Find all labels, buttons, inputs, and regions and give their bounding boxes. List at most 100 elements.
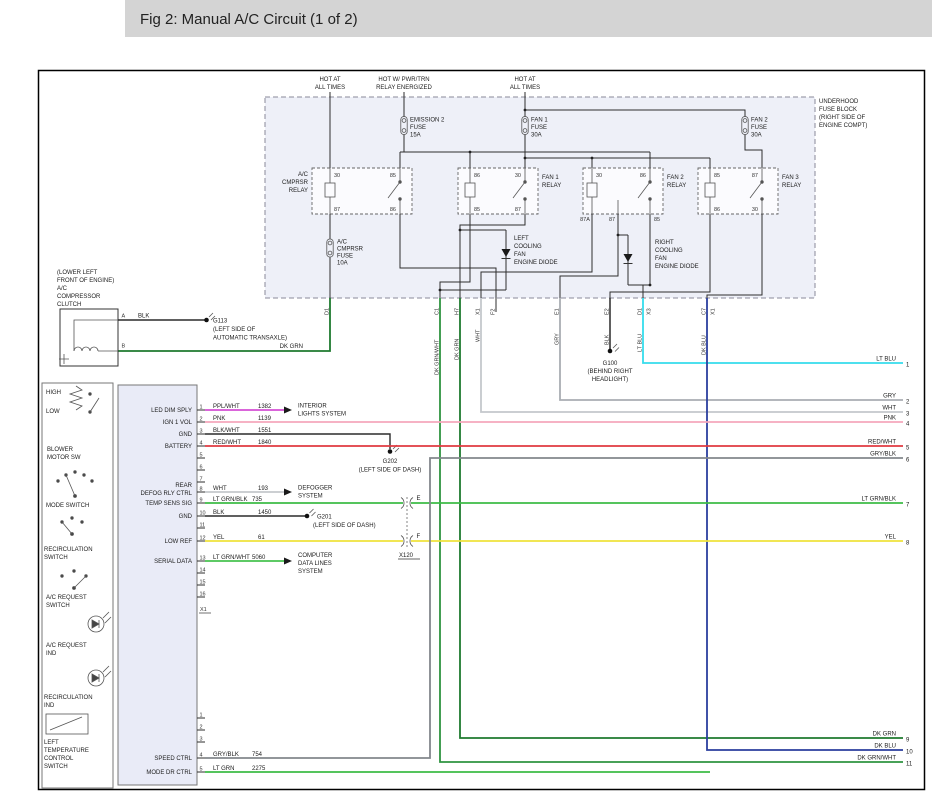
g113-label: (LEFT SIDE OF <box>213 327 256 333</box>
exit-number: 11 <box>906 762 913 768</box>
ac-control-module: LED DIM SPLY IGN 1 VOL GND BATTERY REAR … <box>118 385 211 785</box>
relay-pin: 30 <box>334 173 340 179</box>
fn-serial-data: SERIAL DATA <box>154 559 192 565</box>
feed-hot-at-all-times-1: ALL TIMES <box>315 85 345 91</box>
clutch-label: CLUTCH <box>57 302 81 308</box>
pin-number: 6 <box>200 465 203 471</box>
ground-icon <box>204 318 209 323</box>
clutch-label: A/C <box>57 286 68 292</box>
emission-2-fuse-label: EMISSION 2 <box>410 118 445 124</box>
connector-tag: X1 <box>711 308 717 315</box>
relay-pin: 87 <box>752 173 758 179</box>
feed-hot-at-all-times-1: HOT AT <box>319 77 340 83</box>
fan-3-relay-label: FAN 3 <box>782 175 799 181</box>
g113-label: G113 <box>213 319 228 325</box>
underhood-fuse-block: UNDERHOOD FUSE BLOCK (RIGHT SIDE OF ENGI… <box>265 77 867 298</box>
relay-pin: 87 <box>609 217 615 223</box>
circuit-number: 735 <box>252 497 263 503</box>
ac-cmprsr-fuse-label: 10A <box>337 261 348 267</box>
wire-label: BLK/WHT <box>213 428 240 434</box>
g100-label: HEADLIGHT) <box>592 377 628 383</box>
pin-number: 1 <box>200 405 203 411</box>
clutch-pin-b: B <box>122 344 126 350</box>
wire-label: PPL/WHT <box>213 404 240 410</box>
feed-hot-pwrtrn: RELAY ENERGIZED <box>376 85 432 91</box>
pin-number: 4 <box>200 441 203 447</box>
pin-number: 2 <box>200 725 203 731</box>
page-title: Fig 2: Manual A/C Circuit (1 of 2) <box>140 11 358 28</box>
circuit-number: 193 <box>258 486 269 492</box>
ground-icon <box>388 449 393 454</box>
wire-label: LT GRN/WHT <box>213 555 250 561</box>
pin-number: 5 <box>200 453 203 459</box>
wire-label: LT GRN <box>213 766 234 772</box>
relay-pin: 30 <box>515 173 521 179</box>
wire-blk-label: BLK <box>138 314 149 320</box>
dest-interior-lights: INTERIOR <box>298 404 327 410</box>
dest-computer-data: DATA LINES <box>298 561 332 567</box>
ac-request-switch-label: A/C REQUEST <box>46 595 87 601</box>
fn-rear: REAR <box>175 483 192 489</box>
exit-wire-label: LT GRN/BLK <box>862 497 896 503</box>
pin-number: 11 <box>200 523 206 529</box>
exit-wire-label: GRY <box>883 394 896 400</box>
blower-motor-sw-label: BLOWER <box>47 447 74 453</box>
g100-label: G100 <box>603 361 618 367</box>
pin-number: 9 <box>200 498 203 504</box>
pin-number: 7 <box>200 477 203 483</box>
temp-control-label: TEMPERATURE <box>44 748 89 754</box>
relay-pin: 85 <box>654 217 660 223</box>
fn-battery: BATTERY <box>165 444 192 450</box>
x120-cavity-e: E <box>417 496 421 502</box>
g100-label: (BEHIND RIGHT <box>588 369 633 375</box>
wire-label: BLK <box>213 510 224 516</box>
feed-hot-at-all-times-2: HOT AT <box>514 77 535 83</box>
g202-label: G202 <box>383 459 398 465</box>
pin-number: 4 <box>200 753 203 759</box>
dest-computer-data: SYSTEM <box>298 569 323 575</box>
ac-cmprsr-relay-label: CMPRSR <box>282 180 309 186</box>
fn-low-ref: LOW REF <box>165 539 193 545</box>
temperature-control-icon <box>46 714 88 734</box>
ac-cmprsr-relay-label: RELAY <box>289 188 308 194</box>
recirculation-switch-label: SWITCH <box>44 555 68 561</box>
title-bar: Fig 2: Manual A/C Circuit (1 of 2) <box>125 0 932 37</box>
fan-1-fuse-label: FAN 1 <box>531 118 548 124</box>
dest-computer-data: COMPUTER <box>298 553 333 559</box>
pin-number: 12 <box>200 536 206 542</box>
fuse-block-title: UNDERHOOD <box>819 99 859 105</box>
circuit-number: 1139 <box>258 416 272 422</box>
circuit-number: 5060 <box>252 555 266 561</box>
blower-motor-sw-label: MOTOR SW <box>47 455 81 461</box>
wire-label: GRY/BLK <box>213 752 239 758</box>
ac-cmprsr-fuse-label: CMPRSR <box>337 247 364 253</box>
pin-number: 13 <box>200 556 206 562</box>
fuse-block-title: ENGINE COMPT) <box>819 123 867 129</box>
wire-dk-grn-label: DK GRN <box>280 344 303 350</box>
right-diode-label: COOLING <box>655 248 683 254</box>
blower-low-label: LOW <box>46 409 60 415</box>
ac-cmprsr-fuse-label: A/C <box>337 240 348 246</box>
wire-label: YEL <box>213 535 225 541</box>
wire-label: RED/WHT <box>213 440 241 446</box>
fn-speed-ctrl: SPEED CTRL <box>154 756 192 762</box>
ground-icon <box>608 349 613 354</box>
exit-wire-label: DK GRN/WHT <box>857 756 896 762</box>
relay-pin: 85 <box>714 173 720 179</box>
circuit-number: 754 <box>252 752 263 758</box>
right-diode-label: RIGHT <box>655 240 674 246</box>
g113-label: AUTOMATIC TRANSAXLE) <box>213 336 287 342</box>
clutch-label: (LOWER LEFT <box>57 270 98 276</box>
g201-label: G201 <box>317 515 332 521</box>
pin-number: 3 <box>200 429 203 435</box>
fan-2-fuse-label: 30A <box>751 133 762 139</box>
x120-cavity-f: F <box>417 534 421 540</box>
clutch-label: COMPRESSOR <box>57 294 101 300</box>
fan-2-relay-label: RELAY <box>667 183 686 189</box>
relay-pin: 86 <box>714 207 720 213</box>
exit-number: 10 <box>906 750 913 756</box>
fn-defog-rly-ctrl: DEFOG RLY CTRL <box>141 491 193 497</box>
control-panel: HIGH LOW BLOWER MOTOR SW MODE SWITCH REC… <box>42 383 113 788</box>
temp-control-label: CONTROL <box>44 756 74 762</box>
feed-hot-pwrtrn: HOT W/ PWR/TRN <box>378 77 429 83</box>
